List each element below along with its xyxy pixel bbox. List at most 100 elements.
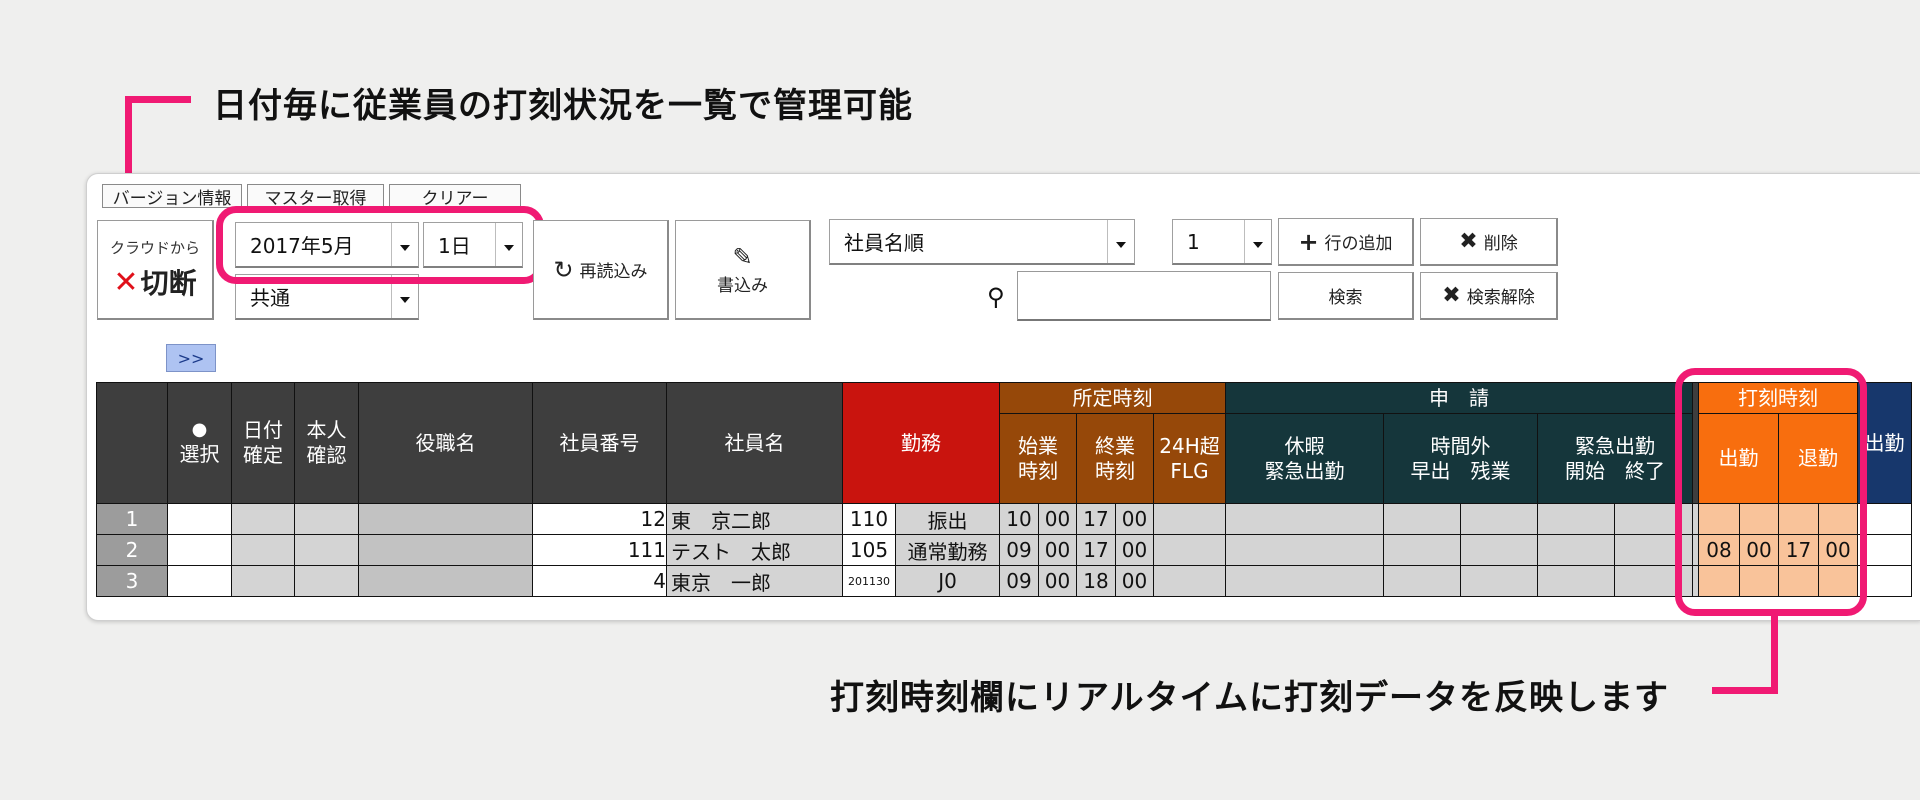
clock-out-hour-cell[interactable]: 17 — [1778, 534, 1819, 566]
emp-no-cell[interactable]: 111 — [532, 534, 667, 566]
sort-select[interactable]: 社員名順 — [829, 219, 1135, 265]
add-row-button[interactable]: + 行の追加 — [1278, 218, 1414, 266]
emergency-start-cell[interactable] — [1537, 565, 1615, 597]
count-select[interactable]: 1 — [1172, 219, 1272, 265]
overtime-late-cell[interactable] — [1460, 565, 1538, 597]
clock-in-hour-cell[interactable] — [1698, 503, 1740, 535]
chevron-down-icon[interactable] — [1244, 220, 1271, 263]
end-min-cell[interactable]: 00 — [1115, 503, 1154, 535]
shift-code-cell[interactable]: 201130 — [842, 565, 896, 597]
overtime-late-cell[interactable] — [1460, 534, 1538, 566]
tab-version-info[interactable]: バージョン情報 — [102, 184, 242, 209]
clock-out-min-cell[interactable]: 00 — [1818, 534, 1858, 566]
overtime-early-cell[interactable] — [1383, 503, 1461, 535]
tab-clear[interactable]: クリアー — [389, 184, 521, 209]
emp-no-cell[interactable]: 12 — [532, 503, 667, 535]
end-hour-cell[interactable]: 18 — [1076, 565, 1116, 597]
shift-code-cell[interactable]: 105 — [842, 534, 896, 566]
table-row[interactable]: 3 4 東京 一郎 201130 J0 09 00 18 00 — [96, 565, 1912, 597]
common-select[interactable]: 共通 — [235, 274, 419, 320]
chevron-down-icon[interactable] — [391, 223, 418, 266]
search-clear-button[interactable]: ✖ 検索解除 — [1420, 272, 1558, 320]
leave-cell[interactable] — [1225, 565, 1384, 597]
header-request: 申 請 — [1225, 382, 1693, 414]
chevron-down-icon[interactable] — [495, 223, 522, 266]
self-confirm-cell[interactable] — [294, 503, 359, 535]
tab-master-fetch[interactable]: マスター取得 — [247, 184, 384, 209]
extra-cell[interactable] — [1857, 565, 1912, 597]
emp-name-cell[interactable]: 東京 一郎 — [666, 565, 843, 597]
shift-name-cell[interactable]: 通常勤務 — [895, 534, 1000, 566]
overtime-early-cell[interactable] — [1383, 534, 1461, 566]
over24-cell[interactable] — [1153, 534, 1226, 566]
start-hour-cell[interactable]: 09 — [999, 534, 1039, 566]
emergency-start-cell[interactable] — [1537, 503, 1615, 535]
self-confirm-cell[interactable] — [294, 565, 359, 597]
expand-button[interactable]: >> — [166, 344, 216, 372]
end-min-cell[interactable]: 00 — [1115, 534, 1154, 566]
search-input[interactable] — [1017, 271, 1271, 321]
end-min-cell[interactable]: 00 — [1115, 565, 1154, 597]
start-min-cell[interactable]: 00 — [1038, 565, 1077, 597]
chevron-down-icon[interactable] — [1107, 220, 1134, 263]
end-hour-cell[interactable]: 17 — [1076, 534, 1116, 566]
clock-in-min-cell[interactable] — [1739, 503, 1779, 535]
leave-cell[interactable] — [1225, 503, 1384, 535]
header-select[interactable]: ● 選択 — [167, 382, 232, 504]
header-position: 役職名 — [358, 382, 533, 504]
start-min-cell[interactable]: 00 — [1038, 534, 1077, 566]
select-cell[interactable] — [167, 534, 232, 566]
table-row[interactable]: 2 111 テスト 太郎 105 通常勤務 09 00 17 00 08 00 … — [96, 534, 1912, 566]
shift-name-cell[interactable]: 振出 — [895, 503, 1000, 535]
disconnect-label: 切断 — [140, 267, 197, 300]
emp-name-cell[interactable]: 東 京二郎 — [666, 503, 843, 535]
position-cell[interactable] — [358, 534, 533, 566]
leave-cell[interactable] — [1225, 534, 1384, 566]
over24-cell[interactable] — [1153, 503, 1226, 535]
search-button[interactable]: 検索 — [1278, 272, 1414, 320]
clock-out-hour-cell[interactable] — [1778, 503, 1819, 535]
select-cell[interactable] — [167, 503, 232, 535]
emergency-start-cell[interactable] — [1537, 534, 1615, 566]
header-overtime: 時間外 早出 残業 — [1383, 413, 1538, 504]
clock-in-hour-cell[interactable]: 08 — [1698, 534, 1740, 566]
date-confirm-cell[interactable] — [231, 503, 295, 535]
emergency-end-cell[interactable] — [1614, 565, 1693, 597]
overtime-late-cell[interactable] — [1460, 503, 1538, 535]
extra-cell[interactable] — [1857, 534, 1912, 566]
position-cell[interactable] — [358, 503, 533, 535]
extra-cell[interactable] — [1857, 503, 1912, 535]
shift-code-cell[interactable]: 110 — [842, 503, 896, 535]
emp-no-cell[interactable]: 4 — [532, 565, 667, 597]
clock-in-hour-cell[interactable] — [1698, 565, 1740, 597]
clock-out-min-cell[interactable] — [1818, 503, 1858, 535]
end-hour-cell[interactable]: 17 — [1076, 503, 1116, 535]
day-select[interactable]: 1日 — [423, 222, 523, 268]
over24-cell[interactable] — [1153, 565, 1226, 597]
date-confirm-cell[interactable] — [231, 534, 295, 566]
table-row[interactable]: 1 12 東 京二郎 110 振出 10 00 17 00 — [96, 503, 1912, 535]
emergency-end-cell[interactable] — [1614, 534, 1693, 566]
date-confirm-cell[interactable] — [231, 565, 295, 597]
clock-in-min-cell[interactable] — [1739, 565, 1779, 597]
month-select[interactable]: 2017年5月 — [235, 222, 419, 268]
disconnect-button[interactable]: クラウドから ✕ 切断 — [97, 220, 214, 320]
delete-button[interactable]: ✖ 削除 — [1420, 218, 1558, 266]
write-button[interactable]: ✎ 書込み — [675, 220, 811, 320]
overtime-early-cell[interactable] — [1383, 565, 1461, 597]
select-cell[interactable] — [167, 565, 232, 597]
clock-out-hour-cell[interactable] — [1778, 565, 1819, 597]
position-cell[interactable] — [358, 565, 533, 597]
self-confirm-cell[interactable] — [294, 534, 359, 566]
clock-in-min-cell[interactable]: 00 — [1739, 534, 1779, 566]
shift-name-cell[interactable]: J0 — [895, 565, 1000, 597]
start-min-cell[interactable]: 00 — [1038, 503, 1077, 535]
clock-out-min-cell[interactable] — [1818, 565, 1858, 597]
start-hour-cell[interactable]: 10 — [999, 503, 1039, 535]
emp-name-cell[interactable]: テスト 太郎 — [666, 534, 843, 566]
chevron-down-icon[interactable] — [391, 275, 418, 318]
header-extra: 出勤 — [1857, 382, 1912, 504]
emergency-end-cell[interactable] — [1614, 503, 1693, 535]
start-hour-cell[interactable]: 09 — [999, 565, 1039, 597]
reload-button[interactable]: ↻ 再読込み — [533, 220, 669, 320]
